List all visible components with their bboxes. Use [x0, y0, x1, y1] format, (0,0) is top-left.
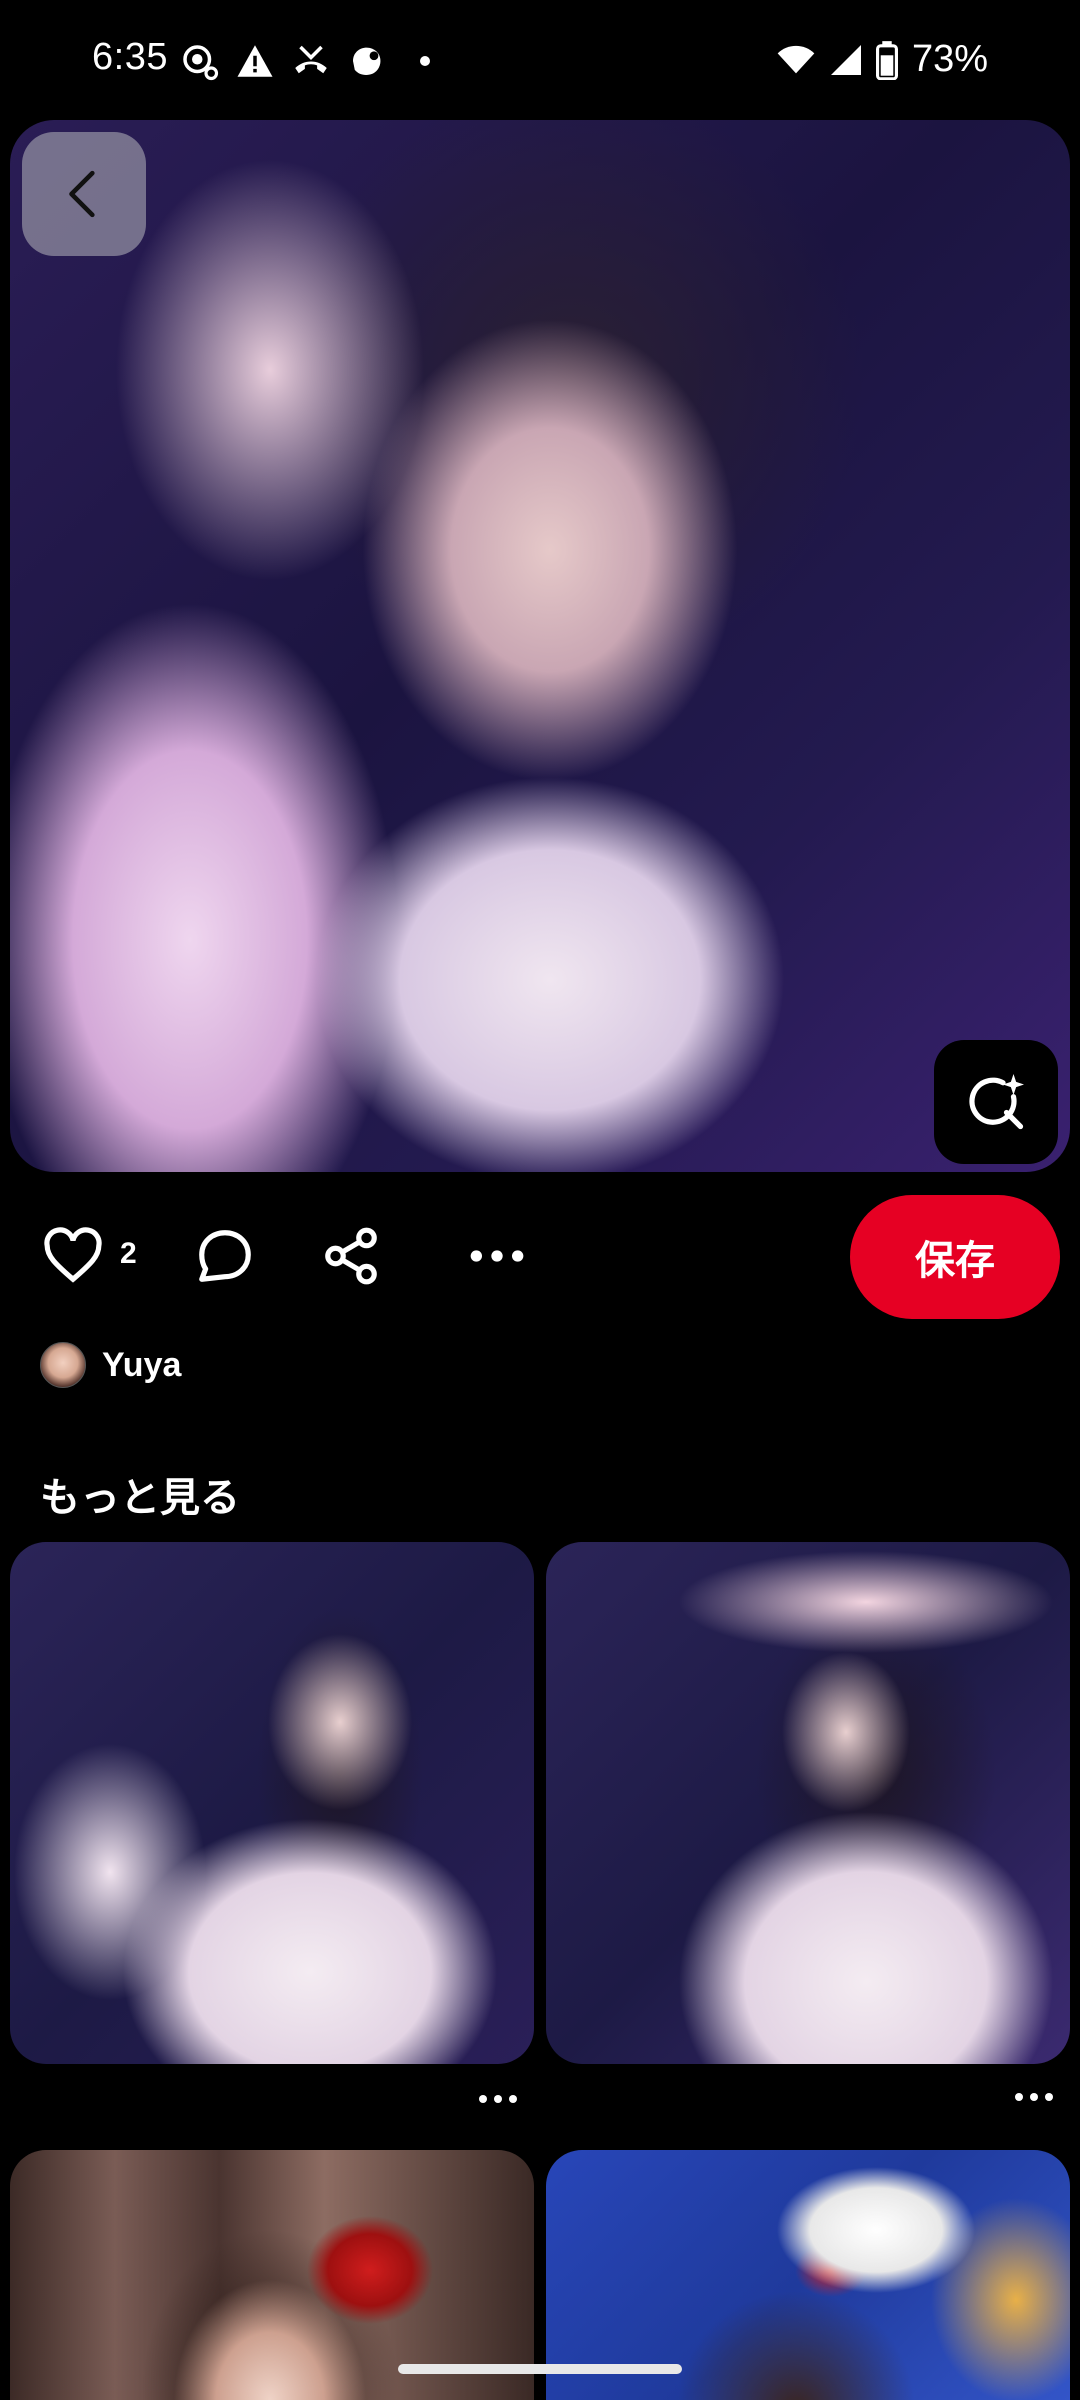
visual-search-button[interactable]	[934, 1040, 1058, 1164]
avatar[interactable]	[40, 1342, 86, 1388]
save-button[interactable]: 保存	[850, 1195, 1060, 1319]
missed-call-icon	[295, 45, 327, 74]
wifi-icon	[777, 45, 815, 73]
more-notifications-dot	[420, 56, 430, 66]
pin-more-button[interactable]	[1004, 2082, 1064, 2112]
battery-icon	[875, 40, 898, 80]
more-dot	[509, 2095, 517, 2103]
more-dot	[1015, 2093, 1023, 2101]
pin-more-button[interactable]	[468, 2084, 528, 2114]
like-button[interactable]	[40, 1223, 106, 1289]
related-pin[interactable]	[546, 2150, 1070, 2400]
app-notification-icon	[353, 47, 381, 75]
author-row[interactable]: Yuya	[40, 1340, 181, 1390]
battery-percent: 73%	[911, 38, 988, 80]
related-pin[interactable]	[10, 2150, 534, 2400]
bug-notification-icon	[183, 45, 219, 81]
share-icon	[325, 1227, 377, 1285]
back-icon	[69, 170, 95, 218]
like-count: 2	[120, 1237, 137, 1270]
more-dot	[479, 2095, 487, 2103]
warning-icon	[237, 45, 273, 77]
more-icon	[470, 1250, 524, 1262]
comment-button[interactable]	[192, 1223, 258, 1289]
notification-icons	[178, 40, 430, 82]
system-icons: 73%	[776, 38, 988, 81]
more-section-title: もっと見る	[40, 1475, 240, 1521]
cellular-signal-icon	[830, 44, 861, 75]
more-dot	[1030, 2093, 1038, 2101]
status-bar: 6:35 73%	[0, 0, 1080, 120]
status-time: 6:35	[92, 36, 168, 78]
share-button[interactable]	[318, 1223, 384, 1289]
pin-image[interactable]	[10, 120, 1070, 1172]
back-button[interactable]	[22, 132, 146, 256]
visual-search-icon	[969, 1074, 1024, 1130]
author-name[interactable]: Yuya	[102, 1346, 181, 1385]
more-options-button[interactable]	[464, 1223, 530, 1289]
more-dot	[494, 2095, 502, 2103]
related-pin[interactable]	[10, 1542, 534, 2064]
related-pin[interactable]	[546, 1542, 1070, 2064]
home-indicator[interactable]	[398, 2364, 682, 2374]
comment-icon	[199, 1230, 251, 1282]
heart-icon	[44, 1227, 102, 1283]
action-bar: 2 保存	[0, 1195, 1080, 1319]
more-dot	[1045, 2093, 1053, 2101]
